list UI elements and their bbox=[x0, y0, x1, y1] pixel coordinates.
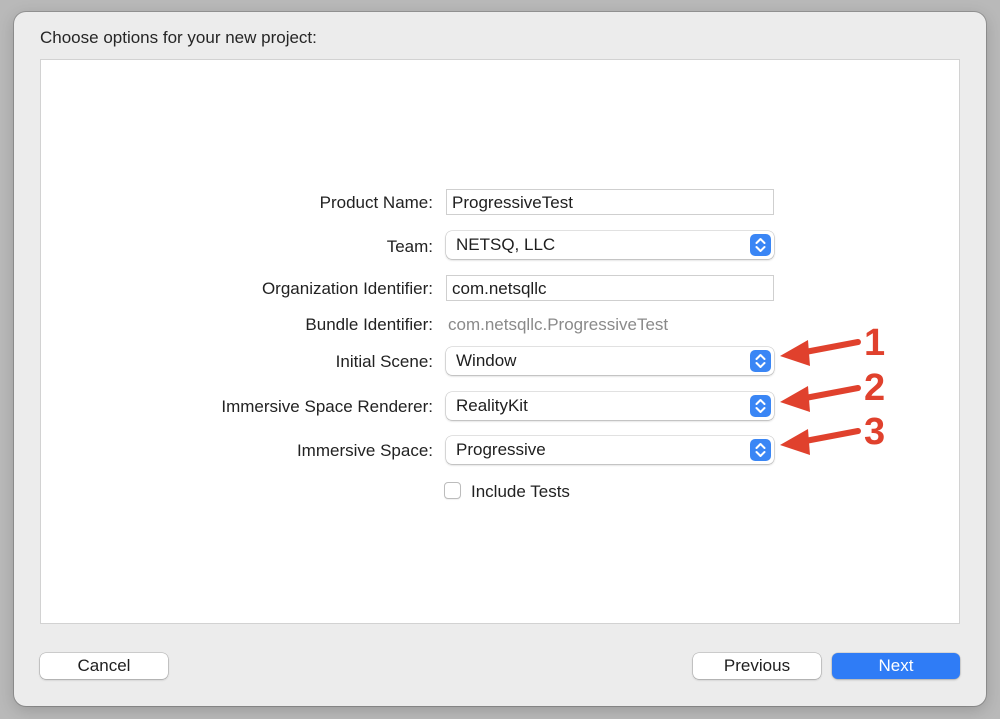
annotation-number-2: 2 bbox=[864, 367, 886, 409]
immersive-space-popup[interactable]: Progressive bbox=[446, 436, 774, 464]
chevron-up-down-icon bbox=[750, 350, 771, 372]
arrow-left-icon bbox=[780, 428, 861, 455]
organization-identifier-field[interactable] bbox=[446, 275, 774, 301]
team-label: Team: bbox=[386, 237, 433, 256]
product-name-label: Product Name: bbox=[319, 193, 433, 212]
organization-identifier-label: Organization Identifier: bbox=[261, 279, 433, 298]
immersive-space-renderer-popup-value: RealityKit bbox=[456, 396, 528, 415]
annotation-number-3: 3 bbox=[864, 411, 886, 453]
team-popup[interactable]: NETSQ, LLC bbox=[446, 231, 774, 259]
chevron-up-down-icon bbox=[750, 395, 771, 417]
immersive-space-renderer-popup[interactable]: RealityKit bbox=[446, 392, 774, 420]
arrow-left-icon bbox=[780, 339, 861, 366]
immersive-space-label: Immersive Space: bbox=[296, 441, 433, 460]
bundle-identifier-label: Bundle Identifier: bbox=[305, 315, 433, 334]
next-button[interactable]: Next bbox=[832, 653, 960, 679]
checkbox-unchecked-icon[interactable] bbox=[444, 482, 461, 499]
annotation-number-1: 1 bbox=[864, 322, 886, 364]
immersive-space-popup-value: Progressive bbox=[456, 440, 546, 459]
chevron-up-down-icon bbox=[750, 439, 771, 461]
product-name-field[interactable] bbox=[446, 189, 774, 215]
team-popup-value: NETSQ, LLC bbox=[456, 235, 556, 254]
initial-scene-popup-value: Window bbox=[456, 351, 517, 370]
include-tests-label: Include Tests bbox=[471, 482, 570, 501]
arrow-left-icon bbox=[780, 385, 861, 412]
chevron-up-down-icon bbox=[750, 234, 771, 256]
immersive-space-renderer-label: Immersive Space Renderer: bbox=[221, 397, 433, 416]
bundle-identifier-value: com.netsqllc.ProgressiveTest bbox=[448, 315, 669, 334]
dialog-title: Choose options for your new project: bbox=[40, 28, 317, 47]
initial-scene-label: Initial Scene: bbox=[335, 352, 433, 371]
cancel-button[interactable]: Cancel bbox=[40, 653, 168, 679]
initial-scene-popup[interactable]: Window bbox=[446, 347, 774, 375]
previous-button[interactable]: Previous bbox=[693, 653, 821, 679]
